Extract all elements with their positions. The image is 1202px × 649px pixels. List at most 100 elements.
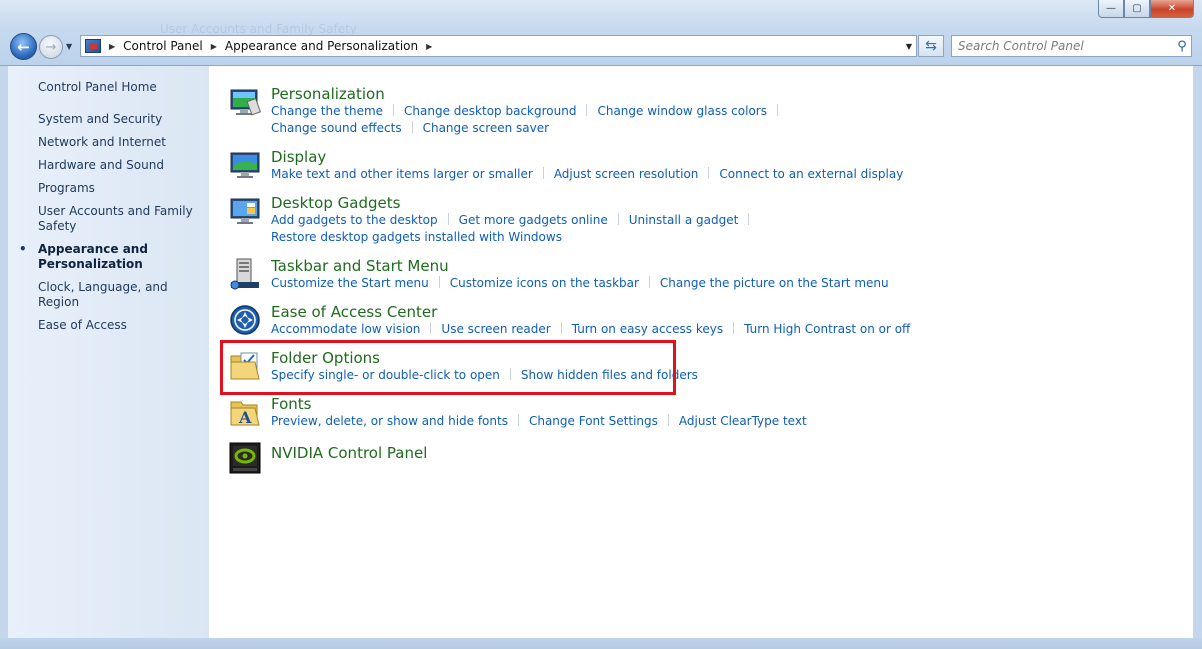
address-dropdown-icon[interactable]: ▼: [906, 42, 912, 51]
desktop-gadgets-title-link[interactable]: Desktop Gadgets: [271, 194, 759, 212]
link-divider: [776, 104, 778, 116]
link-divider: [411, 121, 413, 133]
forward-button[interactable]: →: [39, 35, 63, 59]
ease-of-access-links: Accommodate low vision Use screen reader T…: [271, 321, 910, 338]
text-size-link[interactable]: Make text and other items larger or smal…: [271, 167, 533, 181]
preview-fonts-link[interactable]: Preview, delete, or show and hide fonts: [271, 414, 508, 428]
nvidia-control-panel-link[interactable]: NVIDIA Control Panel: [271, 444, 427, 462]
search-box[interactable]: ⚲: [951, 35, 1192, 57]
high-contrast-link[interactable]: Turn High Contrast on or off: [744, 322, 910, 336]
sidebar-item-user-accounts[interactable]: User Accounts and Family Safety: [38, 204, 206, 234]
taskbar-title-link[interactable]: Taskbar and Start Menu: [271, 257, 889, 275]
category-personalization: Personalization Change the theme Change d…: [230, 85, 788, 137]
close-button[interactable]: ✕: [1150, 0, 1194, 18]
forward-arrow-icon: →: [45, 39, 57, 55]
personalization-icon: [230, 89, 261, 116]
external-display-link[interactable]: Connect to an external display: [719, 167, 903, 181]
link-divider: [560, 322, 562, 334]
gadgets-links-row2: Restore desktop gadgets installed with W…: [271, 229, 759, 246]
category-ease-of-access: Ease of Access Center Accommodate low vi…: [230, 303, 910, 338]
breadcrumb-control-panel[interactable]: Control Panel: [123, 39, 203, 53]
breadcrumb-appearance[interactable]: Appearance and Personalization: [225, 39, 418, 53]
window-bottom-border: [0, 638, 1202, 649]
display-title-link[interactable]: Display: [271, 148, 903, 166]
category-list: System and Security Network and Internet…: [19, 112, 206, 341]
sidebar-item-programs[interactable]: Programs: [38, 181, 206, 196]
control-panel-home-link[interactable]: Control Panel Home: [38, 80, 157, 94]
search-input[interactable]: [952, 39, 1173, 53]
customize-taskbar-icons-link[interactable]: Customize icons on the taskbar: [450, 276, 639, 290]
main-content: Personalization Change the theme Change d…: [209, 66, 1193, 638]
sidebar-item-hardware-sound[interactable]: Hardware and Sound: [38, 158, 206, 173]
chevron-right-icon[interactable]: ▶: [109, 42, 115, 51]
uninstall-gadget-link[interactable]: Uninstall a gadget: [629, 213, 739, 227]
chevron-right-icon[interactable]: ▶: [426, 42, 432, 51]
svg-text:A: A: [238, 408, 252, 427]
sidebar-item-clock-language[interactable]: Clock, Language, and Region: [38, 280, 206, 310]
change-start-picture-link[interactable]: Change the picture on the Start menu: [660, 276, 889, 290]
change-theme-link[interactable]: Change the theme: [271, 104, 383, 118]
ease-of-access-title-link[interactable]: Ease of Access Center: [271, 303, 910, 321]
screen-reader-link[interactable]: Use screen reader: [441, 322, 550, 336]
address-bar[interactable]: ▶ Control Panel ▶ Appearance and Persona…: [80, 35, 917, 57]
left-nav-pane: Control Panel Home System and Security N…: [8, 66, 209, 638]
adjust-cleartype-link[interactable]: Adjust ClearType text: [679, 414, 807, 428]
change-font-settings-link[interactable]: Change Font Settings: [529, 414, 658, 428]
taskbar-links: Customize the Start menu Customize icons …: [271, 275, 889, 292]
minimize-button[interactable]: —: [1098, 0, 1124, 18]
background-window-title: User Accounts and Family Safety: [160, 22, 357, 36]
link-divider: [430, 322, 432, 334]
window-controls: — ▢ ✕: [1098, 0, 1194, 18]
customize-start-menu-link[interactable]: Customize the Start menu: [271, 276, 429, 290]
chevron-right-icon[interactable]: ▶: [211, 42, 217, 51]
category-nvidia: NVIDIA Control Panel: [229, 442, 427, 474]
fonts-title-link[interactable]: Fonts: [271, 395, 807, 413]
category-taskbar: Taskbar and Start Menu Customize the Sta…: [230, 257, 889, 292]
link-divider: [542, 167, 544, 179]
refresh-button[interactable]: ⇆: [918, 35, 944, 57]
category-display: Display Make text and other items larger…: [230, 148, 903, 183]
change-desktop-background-link[interactable]: Change desktop background: [404, 104, 576, 118]
get-more-gadgets-link[interactable]: Get more gadgets online: [459, 213, 608, 227]
back-button[interactable]: ←: [10, 33, 37, 60]
change-sound-effects-link[interactable]: Change sound effects: [271, 121, 402, 135]
display-links: Make text and other items larger or smal…: [271, 166, 903, 183]
link-divider: [438, 276, 440, 288]
control-panel-icon: [85, 39, 101, 53]
search-icon[interactable]: ⚲: [1173, 39, 1191, 54]
taskbar-icon: [230, 258, 259, 290]
category-fonts: A Fonts Preview, delete, or show and hid…: [230, 395, 807, 430]
link-divider: [648, 276, 650, 288]
change-glass-colors-link[interactable]: Change window glass colors: [597, 104, 767, 118]
change-screen-saver-link[interactable]: Change screen saver: [423, 121, 550, 135]
fonts-icon: A: [230, 401, 260, 427]
link-divider: [708, 167, 710, 179]
refresh-icon: ⇆: [925, 38, 937, 54]
link-divider: [393, 104, 395, 116]
link-divider: [517, 414, 519, 426]
sidebar-item-ease-of-access[interactable]: Ease of Access: [38, 318, 206, 333]
link-divider: [586, 104, 588, 116]
recent-pages-dropdown[interactable]: ▼: [66, 42, 72, 51]
sidebar-item-network[interactable]: Network and Internet: [38, 135, 206, 150]
restore-gadgets-link[interactable]: Restore desktop gadgets installed with W…: [271, 230, 562, 244]
low-vision-link[interactable]: Accommodate low vision: [271, 322, 420, 336]
screen-resolution-link[interactable]: Adjust screen resolution: [554, 167, 699, 181]
maximize-button[interactable]: ▢: [1124, 0, 1150, 18]
window-left-border: [0, 66, 8, 638]
add-gadgets-link[interactable]: Add gadgets to the desktop: [271, 213, 438, 227]
link-divider: [733, 322, 735, 334]
sidebar-item-system-security[interactable]: System and Security: [38, 112, 206, 127]
personalization-links: Change the theme Change desktop backgroun…: [271, 103, 788, 120]
gadgets-links: Add gadgets to the desktop Get more gadge…: [271, 212, 759, 229]
gadgets-icon: [230, 198, 260, 224]
ease-of-access-icon: [230, 305, 260, 335]
fonts-links: Preview, delete, or show and hide fonts C…: [271, 413, 807, 430]
personalization-title-link[interactable]: Personalization: [271, 85, 788, 103]
window-right-border: [1193, 66, 1202, 638]
link-divider: [748, 213, 750, 225]
easy-access-keys-link[interactable]: Turn on easy access keys: [572, 322, 723, 336]
folder-options-highlight-box: [220, 340, 676, 395]
category-desktop-gadgets: Desktop Gadgets Add gadgets to the deskt…: [230, 194, 759, 246]
sidebar-item-appearance[interactable]: Appearance and Personalization: [19, 242, 206, 272]
